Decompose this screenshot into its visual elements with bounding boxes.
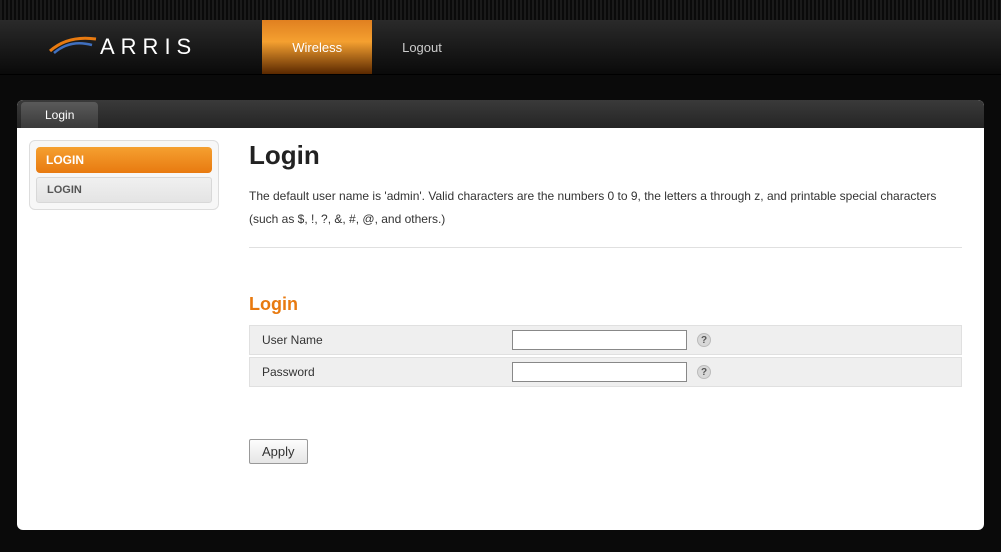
row-username: User Name ?: [249, 325, 962, 355]
help-icon[interactable]: ?: [697, 333, 711, 347]
apply-button[interactable]: Apply: [249, 439, 308, 464]
sidebar-item-login[interactable]: LOGIN: [36, 177, 212, 203]
help-icon[interactable]: ?: [697, 365, 711, 379]
intro-text: The default user name is 'admin'. Valid …: [249, 185, 962, 248]
main-panel: Login LOGIN LOGIN Login The default user…: [17, 100, 984, 530]
sidebar-box: LOGIN LOGIN: [29, 140, 219, 210]
nav-wireless[interactable]: Wireless: [262, 20, 372, 74]
header-bar: ARRIS Wireless Logout: [0, 20, 1001, 75]
sidebar-heading: LOGIN: [36, 147, 212, 173]
main-content: Login The default user name is 'admin'. …: [249, 140, 972, 464]
page-title: Login: [249, 140, 962, 171]
sidebar: LOGIN LOGIN: [29, 140, 219, 464]
arris-swoosh-icon: [48, 33, 98, 55]
brand-logo: ARRIS: [48, 34, 197, 60]
input-username[interactable]: [512, 330, 687, 350]
row-password: Password ?: [249, 357, 962, 387]
tab-login[interactable]: Login: [21, 102, 98, 128]
top-nav: Wireless Logout: [262, 20, 472, 74]
brand-text: ARRIS: [100, 34, 197, 60]
nav-logout[interactable]: Logout: [372, 20, 472, 74]
tab-strip: Login: [17, 100, 984, 128]
content-area: LOGIN LOGIN Login The default user name …: [17, 128, 984, 476]
section-title-login: Login: [249, 294, 962, 315]
label-username: User Name: [262, 333, 512, 347]
window-top-strip: [0, 0, 1001, 20]
input-password[interactable]: [512, 362, 687, 382]
label-password: Password: [262, 365, 512, 379]
